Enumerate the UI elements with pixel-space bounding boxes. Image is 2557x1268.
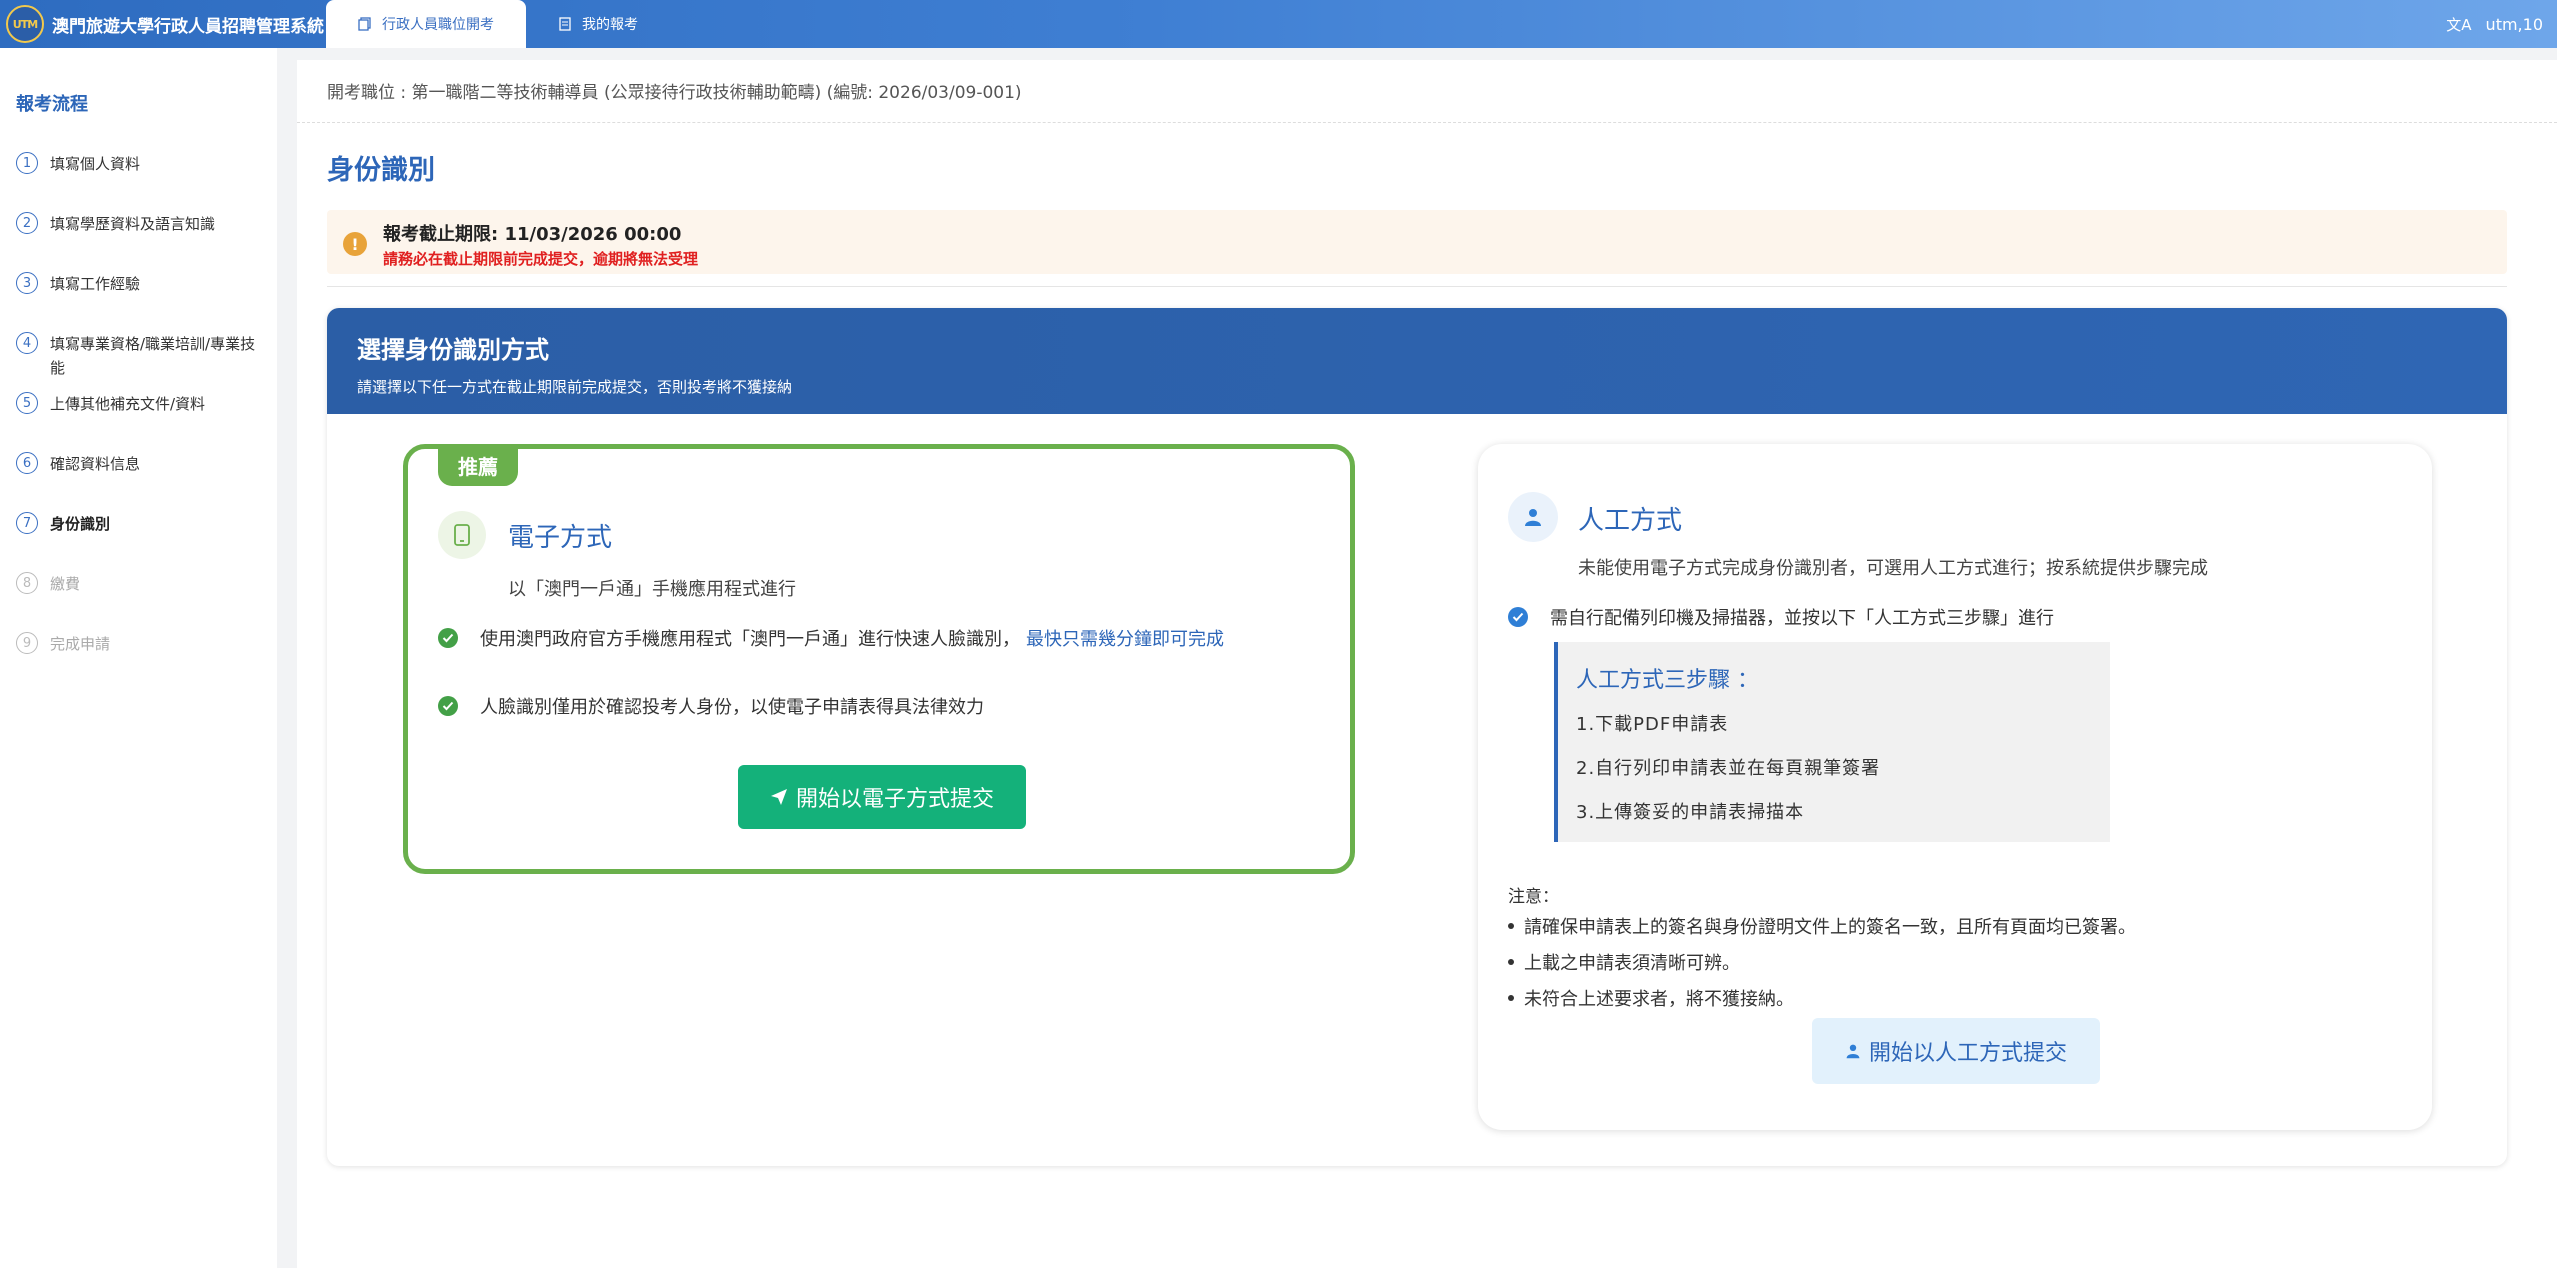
step-number: 3: [16, 272, 38, 294]
step-label: 繳費: [50, 575, 81, 593]
check-circle-icon: [1508, 607, 1528, 627]
panel-header: 選擇身份識別方式 請選擇以下任一方式在截止期限前完成提交，否則投考將不獲接納: [327, 308, 2507, 414]
step-number: 1: [16, 152, 38, 174]
note-text: 請確保申請表上的簽名與身份證明文件上的簽名一致，且所有頁面均已簽署。: [1524, 917, 2136, 938]
step-item: 3.上傳簽妥的申請表掃描本: [1576, 802, 1805, 823]
button-label: 開始以電子方式提交: [795, 787, 994, 812]
note-item: 未符合上述要求者，將不獲接納。: [1508, 985, 2136, 1011]
sidebar-step-3[interactable]: 3 填寫工作經驗: [16, 272, 266, 296]
sidebar-step-8: 8 繳費: [16, 572, 266, 596]
warning-icon: !: [343, 232, 367, 256]
steps-title: 人工方式三步驟 ：: [1576, 668, 1759, 693]
point-highlight: 最快只需幾分鐘即可完成: [1026, 629, 1224, 650]
document-copy-icon: [358, 17, 371, 31]
note-item: 請確保申請表上的簽名與身份證明文件上的簽名一致，且所有頁面均已簽署。: [1508, 913, 2136, 939]
sidebar: 報考流程 1 填寫個人資料 2 填寫學歷資料及語言知識 3 填寫工作經驗 4 填…: [0, 48, 277, 1268]
tab-label: 我的報考: [582, 17, 638, 33]
university-logo: UTM: [6, 5, 44, 43]
sidebar-step-2[interactable]: 2 填寫學歷資料及語言知識: [16, 212, 266, 236]
step-label: 填寫工作經驗: [50, 275, 141, 293]
step-number: 8: [16, 572, 38, 594]
sidebar-step-4[interactable]: 4 填寫專業資格/職業培訓/專業技能: [16, 332, 266, 380]
start-electronic-submit-button[interactable]: 開始以電子方式提交: [738, 765, 1026, 829]
identification-panel: 選擇身份識別方式 請選擇以下任一方式在截止期限前完成提交，否則投考將不獲接納 推…: [327, 308, 2507, 1166]
notes-title: 注意：: [1508, 887, 1559, 907]
top-right: 文A utm,10: [2446, 14, 2557, 35]
step-label: 填寫專業資格/職業培訓/專業技能: [50, 335, 256, 377]
note-text: 上載之申請表須清晰可辨。: [1524, 953, 1740, 974]
start-manual-submit-button[interactable]: 開始以人工方式提交: [1812, 1018, 2100, 1084]
manual-point-1: 需自行配備列印機及掃描器，並按以下「人工方式三步驟」進行: [1508, 604, 2054, 630]
electronic-option-card[interactable]: 推薦 電子方式 以「澳門一戶通」手機應用程式進行 使用澳門政府官方手機應用程式「…: [403, 444, 1355, 874]
sidebar-step-5[interactable]: 5 上傳其他補充文件/資料: [16, 392, 266, 416]
divider: [297, 122, 2557, 123]
panel-subtitle: 請選擇以下任一方式在截止期限前完成提交，否則投考將不獲接納: [357, 378, 793, 396]
step-number: 2: [16, 212, 38, 234]
manual-subtitle: 未能使用電子方式完成身份識別者，可選用人工方式進行；按系統提供步驟完成: [1578, 558, 2208, 579]
sidebar-step-1[interactable]: 1 填寫個人資料: [16, 152, 266, 176]
position-info: 開考職位 : 第一職階二等技術輔導員 (公眾接待行政技術輔助範疇) (編號: 2…: [327, 83, 1022, 103]
sidebar-step-6[interactable]: 6 確認資料信息: [16, 452, 266, 476]
step-label: 填寫個人資料: [50, 155, 141, 173]
panel-title: 選擇身份識別方式: [357, 336, 549, 364]
deadline-alert: ! 報考截止期限: 11/03/2026 00:00 請務必在截止期限前完成提交…: [327, 210, 2507, 274]
note-item: 上載之申請表須清晰可辨。: [1508, 949, 2136, 975]
divider: [327, 286, 2507, 287]
manual-title: 人工方式: [1578, 506, 1683, 536]
point-text: 使用澳門政府官方手機應用程式「澳門一戶通」進行快速人臉識別，: [480, 629, 1020, 650]
electronic-title: 電子方式: [508, 523, 613, 553]
recommended-badge: 推薦: [438, 444, 518, 486]
sidebar-title: 報考流程: [16, 94, 88, 115]
language-icon[interactable]: 文A: [2446, 14, 2471, 35]
deadline-title: 報考截止期限: 11/03/2026 00:00: [383, 224, 682, 245]
app-title: 澳門旅遊大學行政人員招聘管理系統: [52, 16, 324, 37]
notes: 注意： 請確保申請表上的簽名與身份證明文件上的簽名一致，且所有頁面均已簽署。 上…: [1508, 882, 2136, 1021]
main-content: 開考職位 : 第一職階二等技術輔導員 (公眾接待行政技術輔助範疇) (編號: 2…: [297, 60, 2557, 1268]
user-icon: [1846, 1044, 1860, 1059]
electronic-point-1: 使用澳門政府官方手機應用程式「澳門一戶通」進行快速人臉識別， 最快只需幾分鐘即可…: [438, 625, 1224, 651]
top-bar: UTM 澳門旅遊大學行政人員招聘管理系統 行政人員職位開考 我的報考 文A ut…: [0, 0, 2557, 48]
step-label: 填寫學歷資料及語言知識: [50, 215, 216, 233]
button-label: 開始以人工方式提交: [1868, 1041, 2067, 1066]
electronic-subtitle: 以「澳門一戶通」手機應用程式進行: [508, 579, 796, 600]
sidebar-step-7[interactable]: 7 身份識別: [16, 512, 266, 536]
tab-my-applications[interactable]: 我的報考: [526, 0, 670, 48]
send-icon: [770, 789, 787, 805]
brand: UTM 澳門旅遊大學行政人員招聘管理系統: [0, 0, 326, 48]
step-label: 上傳其他補充文件/資料: [50, 395, 206, 413]
point-text: 需自行配備列印機及掃描器，並按以下「人工方式三步驟」進行: [1550, 608, 2054, 629]
electronic-point-2: 人臉識別僅用於確認投考人身份，以使電子申請表得具法律效力: [438, 693, 984, 719]
mobile-phone-icon: [438, 511, 486, 559]
manual-option-card[interactable]: 人工方式 未能使用電子方式完成身份識別者，可選用人工方式進行；按系統提供步驟完成…: [1478, 444, 2432, 1130]
step-label: 身份識別: [50, 515, 111, 533]
step-item: 2.自行列印申請表並在每頁親筆簽署: [1576, 758, 1881, 779]
document-icon: [559, 17, 571, 31]
point-text: 人臉識別僅用於確認投考人身份，以使電子申請表得具法律效力: [480, 697, 984, 718]
sidebar-step-9: 9 完成申請: [16, 632, 266, 656]
manual-steps-box: 人工方式三步驟 ： 1.下載PDF申請表 2.自行列印申請表並在每頁親筆簽署 3…: [1554, 642, 2110, 842]
deadline-warning: 請務必在截止期限前完成提交，逾期將無法受理: [383, 250, 699, 268]
note-text: 未符合上述要求者，將不獲接納。: [1524, 989, 1794, 1010]
step-number: 9: [16, 632, 38, 654]
step-label: 完成申請: [50, 635, 111, 653]
step-number: 5: [16, 392, 38, 414]
step-number: 4: [16, 332, 38, 354]
tab-label: 行政人員職位開考: [382, 17, 494, 33]
step-label: 確認資料信息: [50, 455, 141, 473]
step-number: 6: [16, 452, 38, 474]
user-icon: [1508, 492, 1558, 542]
step-number: 7: [16, 512, 38, 534]
tab-job-openings[interactable]: 行政人員職位開考: [326, 0, 526, 48]
check-circle-icon: [438, 628, 458, 648]
page-title: 身份識別: [327, 155, 435, 186]
user-name[interactable]: utm,10: [2486, 15, 2543, 34]
check-circle-icon: [438, 696, 458, 716]
step-item: 1.下載PDF申請表: [1576, 714, 1729, 735]
